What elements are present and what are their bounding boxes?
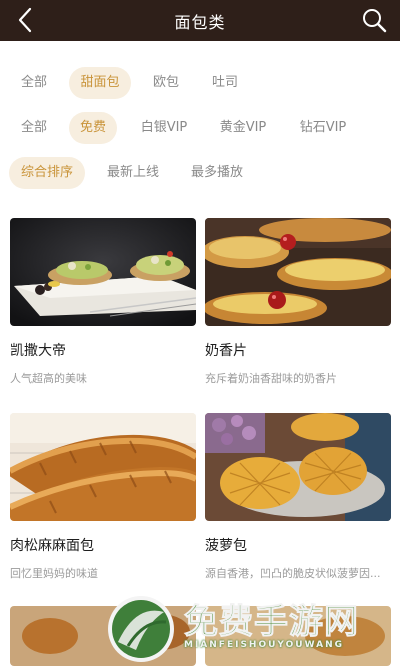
video-card[interactable]: 奶香片 充斥着奶油香甜味的奶香片 [205, 218, 391, 385]
card-title: 菠萝包 [205, 538, 247, 554]
app-screen: 面包类 全部 甜面包 欧包 吐司 全部 免费 白银VIP 黄金VIP 钻石VIP… [0, 0, 400, 666]
sort-filter: 综合排序 最新上线 最多播放 [0, 157, 400, 189]
category-european-bread[interactable]: 欧包 [142, 67, 190, 99]
price-gold-vip[interactable]: 黄金VIP [209, 112, 277, 144]
watermark-logo-icon [108, 596, 174, 662]
price-filter: 全部 免费 白银VIP 黄金VIP 钻石VIP [0, 112, 400, 144]
card-thumbnail [205, 218, 391, 326]
card-description: 人气超高的美味 [10, 372, 87, 385]
card-title: 奶香片 [205, 343, 247, 359]
sort-comprehensive[interactable]: 综合排序 [9, 157, 85, 189]
video-card[interactable]: 凯撒大帝 人气超高的美味 [10, 218, 196, 385]
search-icon[interactable] [360, 6, 388, 34]
category-sweet-bread[interactable]: 甜面包 [69, 67, 131, 99]
card-title: 凯撒大帝 [10, 343, 66, 359]
category-toast[interactable]: 吐司 [201, 67, 249, 99]
video-card[interactable]: 菠萝包 源自香港，凹凸的脆皮状似菠萝因... [205, 413, 391, 580]
page-title: 面包类 [174, 12, 226, 32]
price-free[interactable]: 免费 [69, 112, 117, 144]
back-arrow-icon[interactable] [12, 6, 40, 34]
card-thumbnail [10, 413, 196, 521]
top-bar: 面包类 [0, 0, 400, 41]
sort-most-played[interactable]: 最多播放 [180, 157, 254, 189]
watermark-subtitle: MIANFEISHOUYOUWANG [184, 640, 344, 650]
card-title: 肉松麻麻面包 [10, 538, 94, 554]
watermark: 免费手游网 MIANFEISHOUYOUWANG [100, 592, 400, 666]
watermark-title: 免费手游网 [184, 602, 359, 643]
price-diamond-vip[interactable]: 钻石VIP [289, 112, 357, 144]
sort-newest[interactable]: 最新上线 [96, 157, 170, 189]
price-silver-vip[interactable]: 白银VIP [130, 112, 198, 144]
card-thumbnail [205, 413, 391, 521]
card-description: 源自香港，凹凸的脆皮状似菠萝因... [205, 567, 381, 580]
category-all[interactable]: 全部 [10, 67, 58, 99]
price-all[interactable]: 全部 [10, 112, 58, 144]
card-description: 回忆里妈妈的味道 [10, 567, 98, 580]
video-card[interactable]: 肉松麻麻面包 回忆里妈妈的味道 [10, 413, 196, 580]
card-description: 充斥着奶油香甜味的奶香片 [205, 372, 337, 385]
category-filter: 全部 甜面包 欧包 吐司 [0, 67, 400, 99]
card-thumbnail [10, 218, 196, 326]
